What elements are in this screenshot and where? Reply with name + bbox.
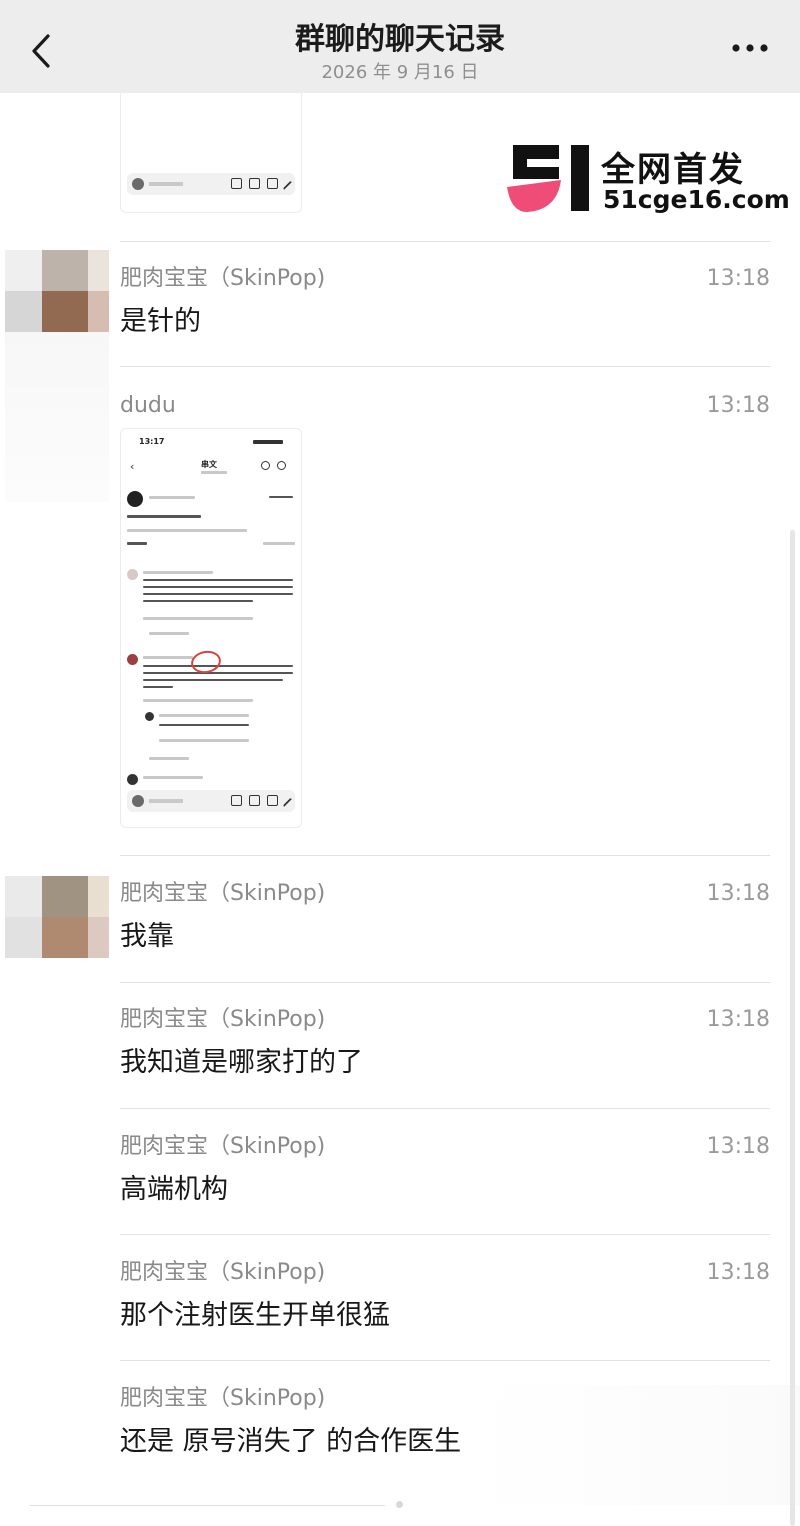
avatar[interactable] xyxy=(5,250,109,332)
chat-record-header: 群聊的聊天记录 2026 年 9 月16 日 xyxy=(0,0,800,93)
image-thumbnail-previous[interactable] xyxy=(120,93,302,213)
message-item: 肥肉宝宝（SkinPop) 13:18 是针的 xyxy=(120,265,770,345)
page-title: 群聊的聊天记录 xyxy=(295,22,505,57)
message-text[interactable]: 我知道是哪家打的了 xyxy=(120,1046,363,1080)
message-divider xyxy=(120,366,770,367)
message-divider xyxy=(120,982,770,983)
chat-date: 2026 年 9 月16 日 xyxy=(321,62,479,83)
message-divider xyxy=(120,241,770,242)
more-dots-icon xyxy=(732,44,768,52)
message-time: 13:18 xyxy=(706,266,770,291)
message-time: 13:18 xyxy=(706,393,770,418)
message-divider xyxy=(120,1108,770,1109)
sender-name: dudu xyxy=(120,393,176,418)
watermark-line2: 51cge16.com xyxy=(603,185,790,214)
message-time: 13:18 xyxy=(706,1134,770,1159)
chevron-left-icon xyxy=(32,34,50,68)
message-item: 肥肉宝宝（SkinPop) 13:18 我靠 xyxy=(120,880,770,960)
message-divider xyxy=(120,1234,770,1235)
message-item: dudu 13:18 xyxy=(120,392,770,422)
watermark-logo-icon xyxy=(507,145,589,212)
watermark-line1: 全网首发 xyxy=(601,150,745,190)
message-time: 13:18 xyxy=(706,1007,770,1032)
sender-name: 肥肉宝宝（SkinPop) xyxy=(120,1386,326,1411)
message-time: 13:18 xyxy=(706,881,770,906)
avatar[interactable] xyxy=(5,876,109,958)
message-divider xyxy=(120,1360,770,1361)
more-button[interactable] xyxy=(730,38,770,58)
thumbnail-status-time: 13:17 xyxy=(139,437,165,446)
message-divider xyxy=(120,855,770,856)
thumbnail-comment-bar xyxy=(127,790,299,814)
thumbnail-title: 串文 xyxy=(201,460,217,469)
back-button[interactable] xyxy=(24,28,58,74)
sender-name: 肥肉宝宝（SkinPop) xyxy=(120,1260,326,1285)
watermark: 全网首发 51cge16.com xyxy=(505,140,795,220)
message-item: 肥肉宝宝（SkinPop) 13:18 我知道是哪家打的了 xyxy=(120,1006,770,1086)
sender-name: 肥肉宝宝（SkinPop) xyxy=(120,1134,326,1159)
bottom-divider xyxy=(30,1505,385,1506)
message-text[interactable]: 还是 原号消失了 的合作医生 xyxy=(120,1425,461,1459)
page-indicator-dot xyxy=(396,1501,403,1508)
message-item: 肥肉宝宝（SkinPop) 13:18 高端机构 xyxy=(120,1133,770,1213)
message-text[interactable]: 那个注射医生开单很猛 xyxy=(120,1299,390,1333)
message-time: 13:18 xyxy=(706,1260,770,1285)
image-message-thumbnail[interactable]: 13:17 串文 ‹ xyxy=(120,428,302,828)
message-text[interactable]: 是针的 xyxy=(120,305,201,339)
scrollbar[interactable] xyxy=(790,530,795,1526)
message-item: 肥肉宝宝（SkinPop) 13:18 那个注射医生开单很猛 xyxy=(120,1259,770,1339)
thumbnail-comment-bar xyxy=(127,173,299,197)
sender-name: 肥肉宝宝（SkinPop) xyxy=(120,266,326,291)
avatar-blur xyxy=(5,332,109,502)
blur-overlay xyxy=(470,1385,800,1505)
title-block: 群聊的聊天记录 2026 年 9 月16 日 xyxy=(150,20,650,84)
sender-name: 肥肉宝宝（SkinPop) xyxy=(120,881,326,906)
message-text[interactable]: 我靠 xyxy=(120,920,174,954)
sender-name: 肥肉宝宝（SkinPop) xyxy=(120,1007,326,1032)
message-text[interactable]: 高端机构 xyxy=(120,1173,228,1207)
